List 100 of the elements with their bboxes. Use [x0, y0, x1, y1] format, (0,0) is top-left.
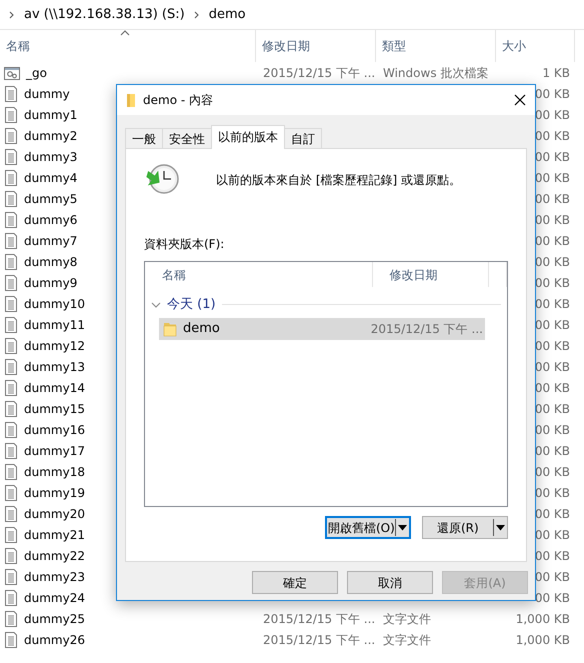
file-name[interactable]: dummy24 — [24, 588, 85, 606]
column-header[interactable]: 修改日期 — [390, 266, 438, 284]
file-size: 00 KB — [534, 422, 570, 436]
tab[interactable]: 一般 — [125, 128, 163, 149]
dialog-button[interactable]: 取消 — [347, 571, 433, 594]
file-name[interactable]: dummy16 — [24, 420, 85, 438]
batch-file-icon — [4, 64, 20, 80]
text-file-icon — [4, 568, 18, 584]
file-name[interactable]: dummy10 — [24, 294, 85, 312]
file-size: 00 KB — [534, 108, 570, 122]
file-date: 2015/12/15 下午 ... — [263, 612, 376, 626]
text-file-icon — [4, 506, 18, 522]
folder-icon — [163, 320, 177, 336]
text-file-icon — [4, 254, 18, 270]
close-icon — [514, 94, 526, 106]
file-size: 00 KB — [534, 402, 570, 416]
file-name[interactable]: dummy17 — [24, 442, 85, 460]
file-name[interactable]: dummy13 — [24, 358, 85, 376]
column-header[interactable]: 類型 — [382, 37, 406, 55]
text-file-icon — [4, 632, 18, 648]
text-file-icon — [4, 212, 18, 228]
file-size: 00 KB — [534, 128, 570, 142]
file-name[interactable]: dummy20 — [24, 504, 85, 522]
file-size: 00 KB — [534, 380, 570, 394]
split-button[interactable]: 還原(R) — [422, 516, 508, 539]
caret-icon — [398, 524, 407, 530]
tab[interactable]: 自訂 — [284, 128, 322, 149]
breadcrumb-item[interactable]: av (\\192.168.38.13) (S:) — [24, 4, 185, 24]
version-name: demo — [183, 320, 220, 338]
field-label: 資料夾版本(F): — [144, 236, 226, 253]
file-size: 00 KB — [534, 234, 570, 248]
file-name[interactable]: dummy9 — [24, 274, 78, 292]
text-file-icon — [4, 442, 18, 458]
file-name[interactable]: dummy12 — [24, 336, 85, 354]
file-name[interactable]: dummy3 — [24, 148, 78, 166]
file-name[interactable]: dummy7 — [24, 232, 78, 250]
file-name[interactable]: _go — [26, 64, 47, 82]
text-file-icon — [4, 148, 18, 164]
file-name[interactable]: dummy11 — [24, 316, 85, 334]
file-name[interactable]: dummy21 — [24, 526, 85, 544]
caret-icon — [496, 524, 505, 530]
description-text: 以前的版本來自於 [檔案歷程記錄] 或還原點。 — [216, 172, 461, 189]
file-size: 00 KB — [534, 338, 570, 352]
file-name[interactable]: dummy — [24, 84, 70, 102]
file-type: 文字文件 — [383, 612, 431, 626]
column-header[interactable]: 名稱 — [6, 37, 30, 55]
text-file-icon — [4, 86, 18, 102]
file-size: 1,000 KB — [516, 612, 570, 626]
text-file-icon — [4, 338, 18, 354]
breadcrumb-item[interactable]: demo — [208, 4, 246, 24]
group-header[interactable]: 今天 (1) — [167, 295, 216, 314]
file-name[interactable]: dummy14 — [24, 378, 85, 396]
text-file-icon — [4, 358, 18, 374]
version-row[interactable]: demo 2015/12/15 下午 ... — [159, 318, 485, 340]
file-size: 00 KB — [534, 464, 570, 478]
file-size: 00 KB — [534, 170, 570, 184]
column-header[interactable]: 名稱 — [162, 266, 186, 284]
text-file-icon — [4, 380, 18, 396]
file-name[interactable]: dummy18 — [24, 462, 85, 480]
column-header[interactable]: 大小 — [502, 37, 526, 55]
version-date: 2015/12/15 下午 ... — [370, 320, 484, 338]
text-file-icon — [4, 106, 18, 122]
file-size: 00 KB — [534, 570, 570, 584]
chevron-icon — [192, 8, 201, 20]
tab[interactable]: 以前的版本 — [211, 125, 285, 149]
text-file-icon — [4, 232, 18, 248]
file-size: 1,000 KB — [516, 632, 570, 646]
file-name[interactable]: dummy4 — [24, 168, 78, 186]
chevron-icon — [8, 8, 16, 20]
file-size: 00 KB — [534, 318, 570, 332]
file-size: 00 KB — [534, 86, 570, 100]
file-size: 00 KB — [534, 254, 570, 268]
file-name[interactable]: dummy23 — [24, 568, 85, 586]
file-name[interactable]: dummy8 — [24, 252, 78, 270]
text-file-icon — [4, 590, 18, 606]
file-size: 00 KB — [534, 360, 570, 374]
file-name[interactable]: dummy1 — [24, 106, 78, 124]
restore-clock-icon — [144, 163, 180, 195]
file-name[interactable]: dummy5 — [24, 190, 78, 208]
file-size: 1 KB — [542, 66, 570, 80]
file-name[interactable]: dummy25 — [24, 610, 85, 628]
file-size: 00 KB — [534, 590, 570, 604]
file-name[interactable]: dummy2 — [24, 126, 78, 144]
file-name[interactable]: dummy22 — [24, 546, 85, 564]
file-size: 00 KB — [534, 150, 570, 164]
file-name[interactable]: dummy6 — [24, 210, 78, 228]
window-title: demo - 內容 — [143, 92, 213, 109]
file-size: 00 KB — [534, 276, 570, 290]
text-file-icon — [4, 170, 18, 186]
text-file-icon — [4, 464, 18, 480]
split-button[interactable]: 開啟舊檔(O) — [325, 516, 411, 539]
dialog-button[interactable]: 確定 — [252, 571, 338, 594]
file-name[interactable]: dummy26 — [24, 630, 85, 648]
file-name[interactable]: dummy19 — [24, 484, 85, 502]
folder-icon — [127, 93, 135, 107]
file-size: 00 KB — [534, 506, 570, 520]
column-header[interactable]: 修改日期 — [262, 37, 310, 55]
text-file-icon — [4, 296, 18, 312]
text-file-icon — [4, 610, 18, 626]
file-name[interactable]: dummy15 — [24, 400, 85, 418]
